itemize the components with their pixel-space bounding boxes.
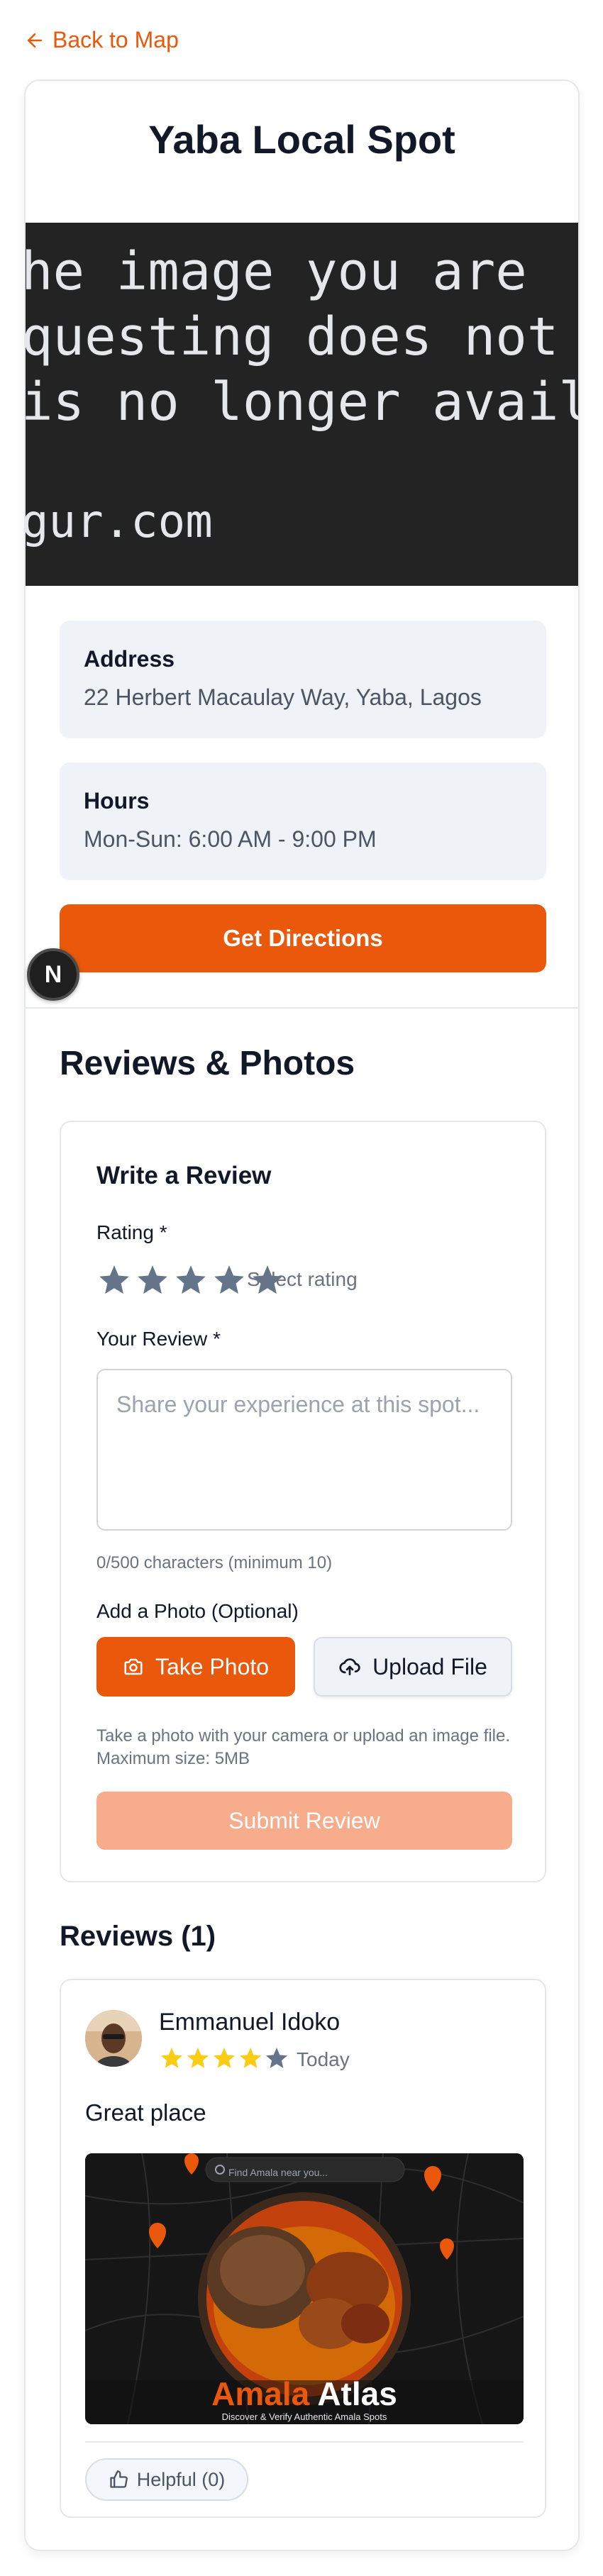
- rating-hint: Select rating: [247, 1268, 358, 1290]
- star-icon[interactable]: [211, 1262, 247, 1298]
- address-value: 22 Herbert Macaulay Way, Yaba, Lagos: [84, 684, 482, 710]
- spot-image: he image you are questing does not exi i…: [26, 223, 578, 586]
- review-rating: [159, 2045, 289, 2071]
- star-filled-icon: [240, 2048, 261, 2068]
- hours-value: Mon-Sun: 6:00 AM - 9:00 PM: [84, 826, 377, 852]
- avatar-photo: [85, 2010, 142, 2067]
- image-text-line: is no longer available: [26, 372, 578, 433]
- star-icon[interactable]: [135, 1262, 170, 1298]
- section-divider: [26, 1007, 578, 1009]
- back-to-map-label: Back to Map: [52, 27, 179, 52]
- photo-label: Add a Photo (Optional): [96, 1600, 299, 1622]
- photo-search-text: Find Amala near you...: [228, 2167, 328, 2178]
- thumbs-up-icon: [110, 2470, 128, 2488]
- spot-card: Yaba Local Spot he image you are questin…: [24, 79, 580, 2551]
- star-empty-icon: [266, 2048, 287, 2068]
- helpful-button[interactable]: Helpful (0): [85, 2458, 248, 2501]
- spot-title: Yaba Local Spot: [148, 117, 455, 162]
- reviews-count-heading: Reviews (1): [60, 1921, 216, 1952]
- helpful-label: Helpful (0): [136, 2468, 226, 2490]
- arrow-left-icon: [28, 33, 42, 48]
- upload-file-button[interactable]: Upload File: [314, 1637, 512, 1697]
- camera-icon: [124, 1658, 143, 1675]
- photo-brand: Amala Atlas: [85, 2377, 524, 2410]
- hours-label: Hours: [84, 788, 150, 814]
- reviews-photos-heading: Reviews & Photos: [60, 1045, 355, 1082]
- photo-brand-first: Amala: [211, 2375, 310, 2412]
- address-label: Address: [84, 646, 175, 672]
- submit-review-button[interactable]: Submit Review: [96, 1792, 512, 1850]
- review-photo[interactable]: Find Amala near you... Amala Atlas Disco…: [85, 2153, 524, 2424]
- photo-brand-second: Atlas: [317, 2375, 397, 2412]
- reviewer-name: Emmanuel Idoko: [159, 2009, 341, 2036]
- write-review-title: Write a Review: [96, 1162, 272, 1189]
- cloud-upload-icon: [339, 1658, 360, 1675]
- image-text-line: gur.com: [26, 496, 213, 548]
- star-icon[interactable]: [96, 1262, 132, 1298]
- review-card: Emmanuel Idoko Today Great place Find Am…: [60, 1979, 546, 2518]
- back-to-map-link[interactable]: Back to Map: [24, 27, 179, 53]
- review-date: Today: [297, 2048, 350, 2070]
- star-filled-icon: [187, 2048, 209, 2068]
- photo-tagline: Discover & Verify Authentic Amala Spots: [221, 2411, 387, 2422]
- write-review-form: Write a Review Rating * Select rating Yo…: [60, 1121, 546, 1882]
- hours-box: Hours Mon-Sun: 6:00 AM - 9:00 PM: [60, 762, 546, 880]
- rating-label: Rating *: [96, 1221, 167, 1243]
- star-filled-icon: [214, 2048, 235, 2068]
- photo-helper-text: Take a photo with your camera or upload …: [96, 1726, 510, 1769]
- star-filled-icon: [161, 2048, 182, 2068]
- take-photo-label: Take Photo: [155, 1653, 270, 1680]
- take-photo-button[interactable]: Take Photo: [96, 1637, 295, 1697]
- image-text-line: he image you are: [26, 241, 527, 302]
- review-textarea[interactable]: Share your experience at this spot...: [96, 1369, 512, 1531]
- image-text-line: questing does not exi: [26, 306, 578, 367]
- review-label: Your Review *: [96, 1328, 221, 1350]
- char-count: 0/500 characters (minimum 10): [96, 1553, 333, 1572]
- get-directions-button[interactable]: Get Directions: [60, 904, 546, 972]
- address-box: Address 22 Herbert Macaulay Way, Yaba, L…: [60, 621, 546, 738]
- dev-badge[interactable]: N: [27, 948, 79, 1001]
- upload-file-label: Upload File: [372, 1653, 487, 1680]
- review-separator: [85, 2441, 524, 2443]
- avatar: [85, 2010, 142, 2067]
- review-text: Great place: [85, 2099, 206, 2126]
- star-icon[interactable]: [173, 1262, 209, 1298]
- page: Back to Map Yaba Local Spot he image you…: [0, 0, 603, 2576]
